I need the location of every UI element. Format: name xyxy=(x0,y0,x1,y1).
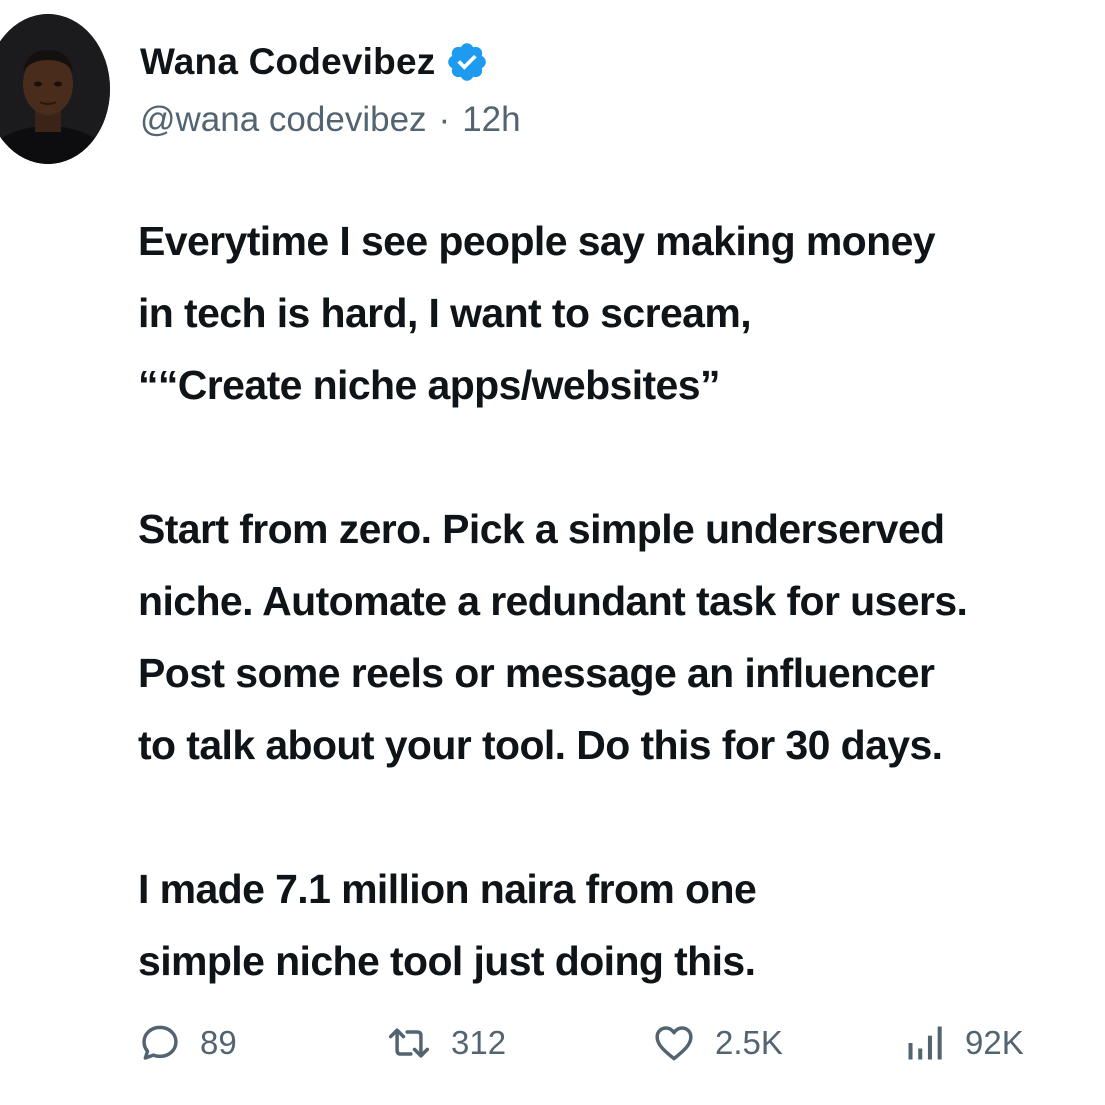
tweet-line: simple niche tool just doing this. xyxy=(138,938,756,984)
tweet-line: in tech is hard, I want to scream, xyxy=(138,290,752,336)
tweet-text: Everytime I see people say making money … xyxy=(138,205,1098,997)
views-button[interactable]: 92K xyxy=(903,1018,1024,1068)
reply-icon xyxy=(142,1025,178,1060)
handle[interactable]: @wana codevibez xyxy=(140,100,427,140)
retweet-count: 312 xyxy=(451,1024,507,1061)
tweet-paragraph: Everytime I see people say making money … xyxy=(138,205,1098,421)
tweet-line: ““Create niche apps/websites” xyxy=(138,362,720,408)
avatar[interactable] xyxy=(0,14,110,164)
views-chart-icon xyxy=(908,1026,942,1060)
retweet-icon xyxy=(388,1028,430,1058)
heart-icon xyxy=(655,1026,693,1061)
reply-button[interactable]: 89 xyxy=(138,1018,237,1068)
tweet-line: Everytime I see people say making money xyxy=(138,218,936,264)
meta-separator: · xyxy=(438,100,451,139)
display-name[interactable]: Wana Codevibez xyxy=(140,41,435,83)
reply-count: 89 xyxy=(200,1024,237,1061)
tweet-actions: 89 312 2.5K 92K xyxy=(138,1018,1038,1068)
tweet-line: I made 7.1 million naira from one xyxy=(138,866,757,912)
timestamp[interactable]: 12h xyxy=(462,100,520,140)
tweet-paragraph: Start from zero. Pick a simple underserv… xyxy=(138,493,1098,781)
verified-badge-icon xyxy=(448,43,487,81)
tweet-line: Post some reels or message an influencer xyxy=(138,650,935,696)
tweet-paragraph: I made 7.1 million naira from one simple… xyxy=(138,853,1098,997)
author-name-row: Wana Codevibez xyxy=(140,38,489,86)
like-count: 2.5K xyxy=(715,1024,783,1061)
tweet-line: Start from zero. Pick a simple underserv… xyxy=(138,506,945,552)
author-meta-row: @wana codevibez · 12h xyxy=(140,98,521,142)
avatar-photo xyxy=(0,14,110,164)
tweet: Wana Codevibez @wana codevibez · 12h Eve… xyxy=(0,0,1105,1105)
tweet-line: niche. Automate a redundant task for use… xyxy=(138,578,968,624)
views-count: 92K xyxy=(965,1024,1024,1061)
retweet-button[interactable]: 312 xyxy=(385,1018,506,1068)
like-button[interactable]: 2.5K xyxy=(651,1018,783,1068)
tweet-line: to talk about your tool. Do this for 30 … xyxy=(138,722,943,768)
